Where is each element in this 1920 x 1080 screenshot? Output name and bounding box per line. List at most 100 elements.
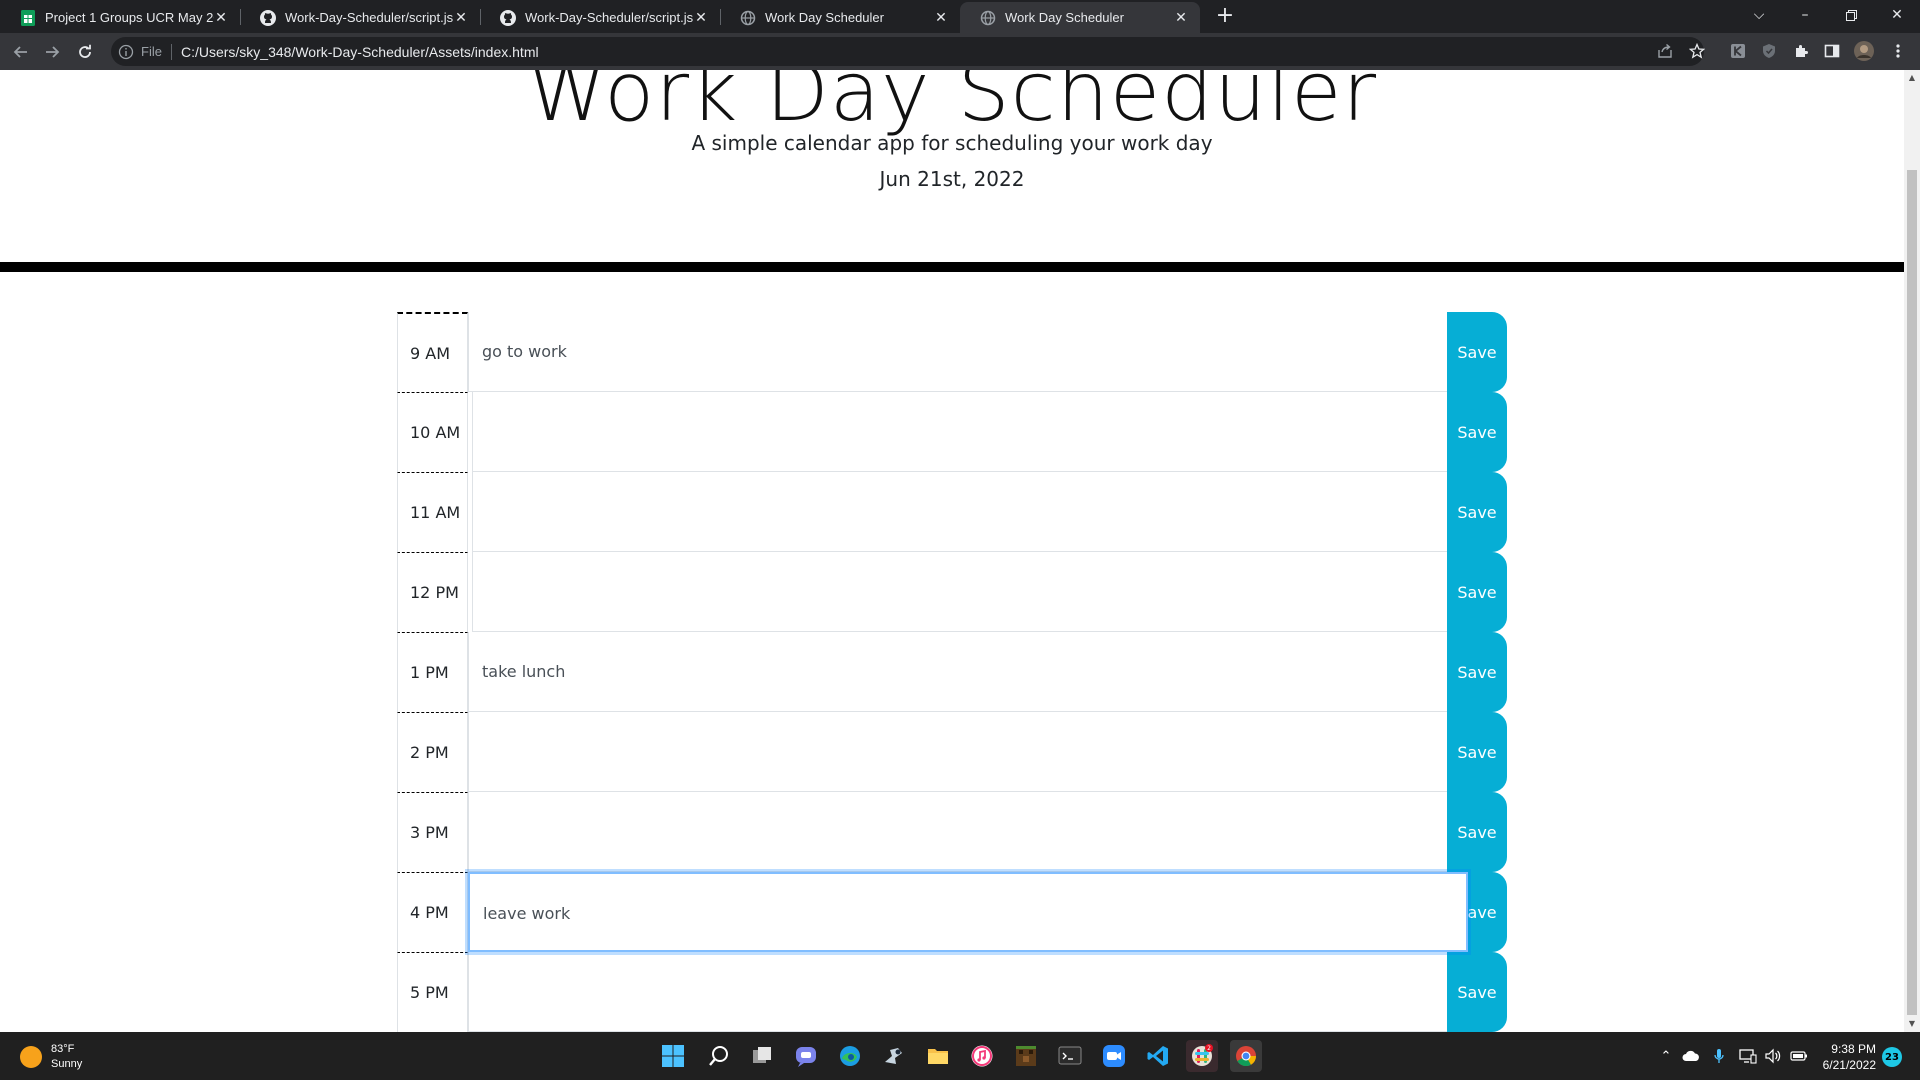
close-icon[interactable]: ✕: [934, 9, 948, 26]
hour-label: 9 AM: [397, 312, 468, 392]
tab-title: Work-Day-Scheduler/script.js at: [285, 10, 454, 25]
scroll-up-icon[interactable]: ▲: [1907, 72, 1917, 84]
save-button[interactable]: Save: [1447, 792, 1507, 872]
chrome-icon[interactable]: [1230, 1040, 1262, 1072]
minecraft-icon[interactable]: [1010, 1040, 1042, 1072]
shield-icon[interactable]: [1758, 40, 1780, 62]
forward-icon[interactable]: [40, 40, 64, 64]
teams-chat-icon[interactable]: [790, 1040, 822, 1072]
clock-date: 6/21/2022: [1822, 1058, 1876, 1072]
close-icon[interactable]: ✕: [214, 9, 228, 26]
url-text[interactable]: C:/Users/sky_348/Work-Day-Scheduler/Asse…: [181, 44, 539, 60]
more-menu-icon[interactable]: [1887, 40, 1909, 62]
close-window-icon[interactable]: ✕: [1874, 0, 1920, 30]
scroll-down-icon[interactable]: ▼: [1907, 1018, 1917, 1030]
extension-k-icon[interactable]: [1727, 40, 1749, 62]
task-view-icon[interactable]: [746, 1040, 778, 1072]
network-icon[interactable]: [1738, 1046, 1758, 1066]
notification-badge[interactable]: 23: [1882, 1047, 1902, 1067]
page-scrollbar[interactable]: ▲ ▼: [1904, 70, 1920, 1032]
profile-avatar[interactable]: [1853, 40, 1875, 62]
windows-taskbar: 83°F Sunny 2 ⌃ 9:38 PM 6/21/2022 23: [0, 1032, 1920, 1080]
description-textarea[interactable]: [468, 712, 1453, 792]
vscode-icon[interactable]: [1142, 1040, 1174, 1072]
slack-icon[interactable]: 2: [1186, 1040, 1218, 1072]
edge-icon[interactable]: [834, 1040, 866, 1072]
hour-label: 4 PM: [397, 872, 468, 952]
battery-icon[interactable]: [1789, 1046, 1809, 1066]
description-textarea[interactable]: [468, 792, 1453, 872]
tab-title: Work Day Scheduler: [1005, 10, 1124, 25]
description-textarea[interactable]: [468, 952, 1453, 1032]
description-textarea[interactable]: take lunch: [468, 632, 1453, 712]
time-block-row: 11 AM Save: [397, 472, 1507, 552]
save-button[interactable]: Save: [1447, 472, 1507, 552]
description-textarea[interactable]: [472, 472, 1453, 552]
tab-github-script-1[interactable]: Work-Day-Scheduler/script.js at ✕: [240, 2, 480, 33]
microphone-icon[interactable]: [1709, 1046, 1729, 1066]
page-lead: A simple calendar app for scheduling you…: [691, 131, 1213, 155]
save-button[interactable]: Save: [1447, 392, 1507, 472]
hour-label: 10 AM: [397, 392, 468, 472]
save-button[interactable]: Save: [1447, 952, 1507, 1032]
back-icon[interactable]: [9, 40, 33, 64]
scrollbar-thumb[interactable]: [1907, 170, 1917, 1015]
description-textarea[interactable]: [472, 552, 1453, 632]
save-button[interactable]: Save: [1447, 712, 1507, 792]
reload-icon[interactable]: [73, 40, 97, 64]
svg-text:2: 2: [1207, 1045, 1211, 1052]
search-icon[interactable]: [703, 1040, 735, 1072]
hour-label: 5 PM: [397, 952, 468, 1032]
side-panel-icon[interactable]: [1821, 40, 1843, 62]
new-tab-button[interactable]: +: [1214, 5, 1236, 28]
zoom-icon[interactable]: [1098, 1040, 1130, 1072]
page-viewport: Work Day Scheduler A simple calendar app…: [0, 70, 1904, 1032]
info-icon[interactable]: [118, 44, 134, 60]
weather-temperature: 83°F: [51, 1043, 75, 1055]
description-textarea[interactable]: go to work: [468, 312, 1453, 392]
description-textarea[interactable]: [472, 392, 1453, 472]
bookmark-star-icon[interactable]: [1686, 40, 1708, 62]
close-icon[interactable]: ✕: [454, 9, 468, 26]
hour-label: 12 PM: [397, 552, 468, 632]
save-button[interactable]: Save: [1447, 312, 1507, 392]
address-bar[interactable]: File C:/Users/sky_348/Work-Day-Scheduler…: [111, 37, 1704, 66]
clock-time: 9:38 PM: [1831, 1042, 1876, 1056]
close-icon[interactable]: ✕: [1174, 9, 1188, 26]
tab-title: Work Day Scheduler: [765, 10, 884, 25]
browser-toolbar: File C:/Users/sky_348/Work-Day-Scheduler…: [0, 33, 1920, 70]
file-explorer-icon[interactable]: [922, 1040, 954, 1072]
save-button[interactable]: Save: [1447, 552, 1507, 632]
time-block-row: 2 PM Save: [397, 712, 1507, 792]
hour-label: 11 AM: [397, 472, 468, 552]
steam-icon[interactable]: [878, 1040, 910, 1072]
tab-project-groups[interactable]: Project 1 Groups UCR May 2022 ✕: [0, 2, 240, 33]
weather-widget[interactable]: 83°F Sunny: [20, 1042, 82, 1072]
close-icon[interactable]: ✕: [694, 9, 708, 26]
minimize-icon[interactable]: –: [1782, 0, 1828, 30]
time-block-row: 3 PM Save: [397, 792, 1507, 872]
extensions-puzzle-icon[interactable]: [1790, 40, 1812, 62]
time-block-row: 4 PM leave work Save: [397, 872, 1507, 952]
time-block-row: 5 PM Save: [397, 952, 1507, 1032]
description-textarea-focused[interactable]: leave work: [468, 872, 1468, 952]
restore-icon[interactable]: [1828, 0, 1874, 30]
system-clock[interactable]: 9:38 PM 6/21/2022: [1808, 1041, 1876, 1073]
globe-icon: [980, 10, 996, 26]
tab-search-chevron-icon[interactable]: ⌵: [1736, 0, 1782, 30]
save-button[interactable]: Save: [1447, 632, 1507, 712]
github-icon: [260, 9, 276, 26]
tab-strip: Project 1 Groups UCR May 2022 ✕ Work-Day…: [0, 0, 1920, 33]
share-icon[interactable]: [1654, 40, 1676, 62]
onedrive-cloud-icon[interactable]: [1681, 1046, 1701, 1066]
windows-start-icon[interactable]: [657, 1040, 689, 1072]
tab-github-script-2[interactable]: Work-Day-Scheduler/script.js at ✕: [480, 2, 720, 33]
volume-icon[interactable]: [1763, 1046, 1783, 1066]
terminal-icon[interactable]: [1054, 1040, 1086, 1072]
tab-work-day-scheduler-1[interactable]: Work Day Scheduler ✕: [720, 2, 960, 33]
itunes-icon[interactable]: [966, 1040, 998, 1072]
tray-overflow-chevron-icon[interactable]: ⌃: [1656, 1046, 1676, 1066]
tab-title: Work-Day-Scheduler/script.js at: [525, 10, 694, 25]
tab-work-day-scheduler-active[interactable]: Work Day Scheduler ✕: [960, 2, 1200, 33]
sun-icon: [20, 1046, 42, 1068]
